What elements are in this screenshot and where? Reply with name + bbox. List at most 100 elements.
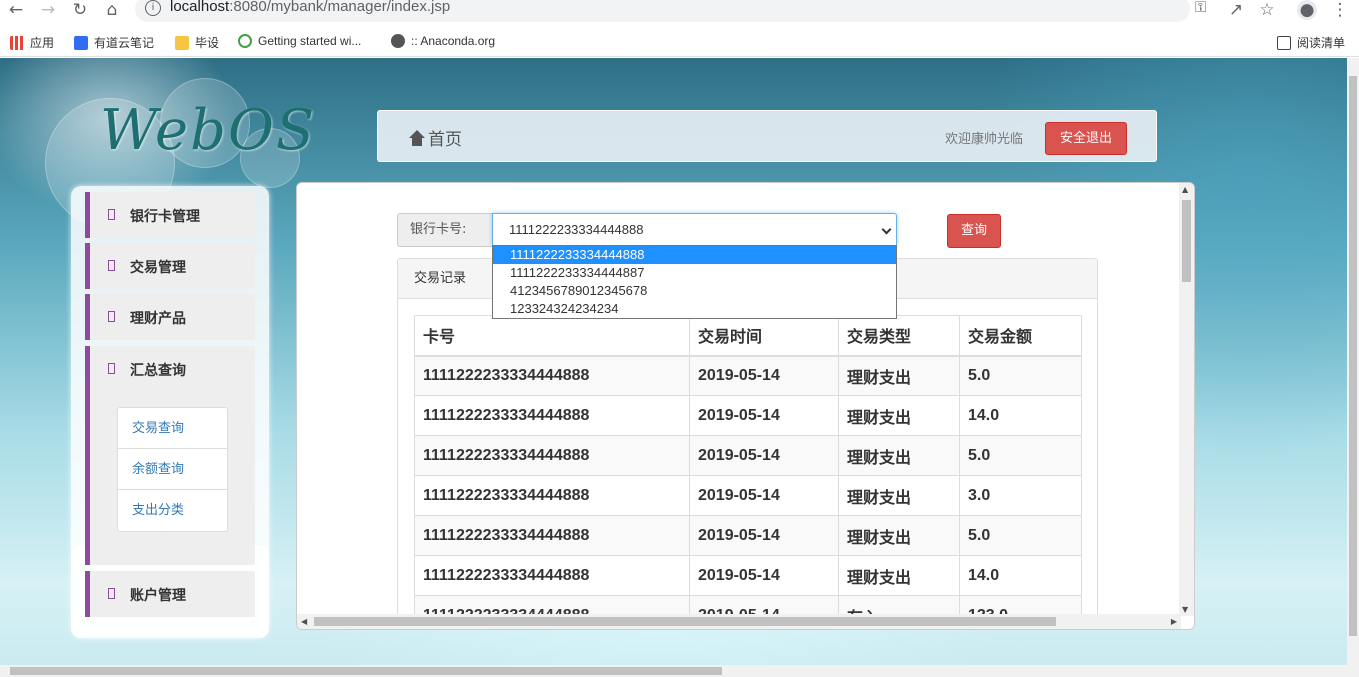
cell-card: 1111222233334444888 <box>414 555 690 596</box>
menu-square-icon <box>108 311 115 322</box>
sidebar-item-label: 账户管理 <box>130 588 186 604</box>
sidebar-item-label: 交易管理 <box>130 260 186 276</box>
bookmark-label: 有道云笔记 <box>94 36 155 50</box>
sidebar-item-label: 理财产品 <box>130 311 186 327</box>
menu-square-icon <box>108 588 115 599</box>
sidebar-item-bank-card[interactable]: 银行卡管理 <box>85 192 255 238</box>
url-host: localhost <box>170 0 230 15</box>
cell-amount: 14.0 <box>959 555 1082 596</box>
menu-square-icon <box>108 260 115 271</box>
dropdown-option[interactable]: 4123456789012345678 <box>493 282 896 300</box>
sidebar-item-transaction[interactable]: 交易管理 <box>85 243 255 289</box>
scrollbar-thumb[interactable] <box>314 617 1056 626</box>
content-vertical-scrollbar[interactable]: ▲ ▼ <box>1179 183 1194 616</box>
home-icon[interactable]: ⌂ <box>102 0 122 20</box>
address-bar[interactable]: i localhost:8080/mybank/manager/index.js… <box>135 0 1206 22</box>
logout-button[interactable]: 安全退出 <box>1045 122 1127 155</box>
scroll-down-icon[interactable]: ▼ <box>1182 605 1188 614</box>
cell-type: 理财支出 <box>838 515 960 556</box>
bookmark-getting-started[interactable]: Getting started wi... <box>238 34 361 48</box>
submenu-balance-query[interactable]: 余额查询 <box>118 449 227 490</box>
cell-card: 1111222233334444888 <box>414 355 690 396</box>
scroll-left-icon[interactable]: ◀ <box>301 617 307 626</box>
scroll-up-icon[interactable]: ▲ <box>1182 185 1188 194</box>
table-header-row: 卡号 交易时间 交易类型 交易金额 <box>414 315 1082 357</box>
column-header: 交易金额 <box>959 315 1082 357</box>
scrollbar-thumb[interactable] <box>10 667 722 675</box>
summary-submenu: 交易查询 余额查询 支出分类 <box>117 407 228 532</box>
cell-card: 1111222233334444888 <box>414 475 690 516</box>
scrollbar-thumb[interactable] <box>1182 200 1191 282</box>
key-icon[interactable]: ⚿ <box>1195 0 1206 16</box>
dropdown-option[interactable]: 1111222233334444888 <box>493 246 896 264</box>
card-number-label: 银行卡号: <box>397 213 493 247</box>
menu-icon[interactable]: ⋮ <box>1330 0 1350 20</box>
top-header: 首页 欢迎康帅光临 安全退出 <box>377 110 1157 162</box>
cell-type: 理财支出 <box>838 435 960 476</box>
cell-time: 2019-05-14 <box>689 395 839 436</box>
dropdown-option[interactable]: 1111222233334444887 <box>493 264 896 282</box>
reading-list-icon <box>1277 35 1291 50</box>
menu-square-icon <box>108 363 115 374</box>
cell-amount: 5.0 <box>959 515 1082 556</box>
dropdown-option[interactable]: 123324324234234 <box>493 300 896 318</box>
table-row: 1111222233334444888 2019-05-14 理财支出 3.0 <box>414 475 1082 516</box>
bookmarks-bar: 应用 有道云笔记 毕设 Getting started wi... :: Ana… <box>0 27 1359 57</box>
submenu-expense-category[interactable]: 支出分类 <box>118 490 227 531</box>
bookmark-label: Getting started wi... <box>258 34 362 48</box>
cell-time: 2019-05-14 <box>689 555 839 596</box>
cell-card: 1111222233334444888 <box>414 395 690 436</box>
reload-icon[interactable]: ↻ <box>70 0 90 20</box>
home-label: 首页 <box>428 130 462 150</box>
home-link[interactable]: 首页 <box>408 125 462 150</box>
bookmark-apps[interactable]: 应用 <box>10 34 54 51</box>
cell-type: 理财支出 <box>838 395 960 436</box>
query-button[interactable]: 查询 <box>947 214 1001 248</box>
cell-type: 理财支出 <box>838 555 960 596</box>
bookmark-label: 应用 <box>30 36 55 50</box>
youdao-icon <box>74 35 88 50</box>
sidebar-item-account[interactable]: 账户管理 <box>85 571 255 617</box>
cell-type: 理财支出 <box>838 355 960 396</box>
reading-list[interactable]: 阅读清单 <box>1277 34 1345 51</box>
sidebar-item-label: 汇总查询 <box>130 363 186 379</box>
folder-icon <box>175 35 189 50</box>
bookmark-folder[interactable]: 毕设 <box>175 34 219 51</box>
card-number-select[interactable]: 1111222233334444888 <box>492 213 897 247</box>
cell-card: 1111222233334444888 <box>414 515 690 556</box>
page-horizontal-scrollbar[interactable] <box>0 665 1359 677</box>
cell-amount: 3.0 <box>959 475 1082 516</box>
table-row: 1111222233334444888 2019-05-14 理财支出 14.0 <box>414 555 1082 596</box>
android-studio-icon <box>238 34 252 48</box>
selected-card: 1111222233334444888 <box>509 222 644 237</box>
content-horizontal-scrollbar[interactable]: ◀ ▶ <box>297 614 1181 629</box>
bookmark-label: :: Anaconda.org <box>411 34 496 48</box>
table-row: 1111222233334444888 2019-05-14 理财支出 14.0 <box>414 395 1082 436</box>
url-path: :8080/mybank/manager/index.jsp <box>229 0 451 15</box>
page-vertical-scrollbar[interactable] <box>1347 58 1359 665</box>
cell-time: 2019-05-14 <box>689 355 839 396</box>
bookmark-anaconda[interactable]: :: Anaconda.org <box>391 34 495 48</box>
scrollbar-thumb[interactable] <box>1349 76 1357 636</box>
forward-icon[interactable]: → <box>38 0 58 20</box>
apps-icon <box>10 35 24 50</box>
column-header: 卡号 <box>414 315 690 357</box>
bookmark-label: 毕设 <box>195 36 220 50</box>
browser-toolbar: ← → ↻ ⌂ i localhost:8080/mybank/manager/… <box>0 0 1359 24</box>
menu-square-icon <box>108 209 115 220</box>
submenu-transaction-query[interactable]: 交易查询 <box>118 408 227 449</box>
home-icon <box>408 129 426 146</box>
welcome-text: 欢迎康帅光临 <box>945 132 1024 147</box>
sidebar-item-summary[interactable]: 汇总查询 <box>85 346 255 392</box>
star-icon[interactable]: ☆ <box>1257 0 1277 20</box>
chevron-down-icon <box>881 224 892 235</box>
back-icon[interactable]: ← <box>6 0 26 20</box>
scroll-right-icon[interactable]: ▶ <box>1171 617 1177 626</box>
cell-card: 1111222233334444888 <box>414 435 690 476</box>
webos-logo: WebOS <box>100 98 317 163</box>
profile-icon[interactable]: ● <box>1297 0 1317 20</box>
sidebar-item-finance-product[interactable]: 理财产品 <box>85 294 255 340</box>
bookmark-youdao[interactable]: 有道云笔记 <box>74 34 154 51</box>
site-info-icon[interactable]: i <box>145 0 161 16</box>
share-icon[interactable]: ↗ <box>1226 0 1246 20</box>
